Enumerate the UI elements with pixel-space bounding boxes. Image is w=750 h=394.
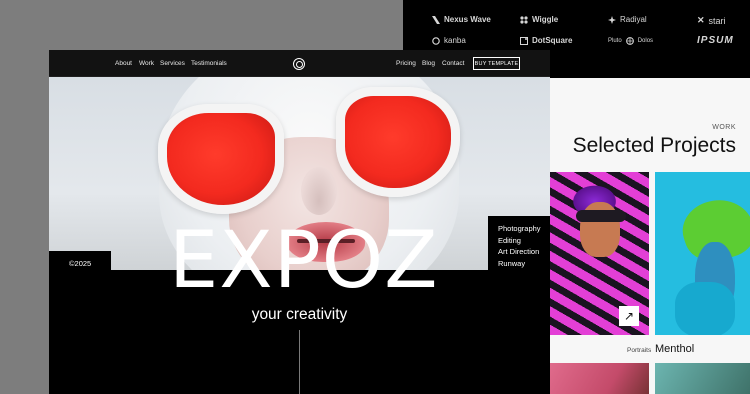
client-logo-label: Pluto [608,38,622,44]
project-card-1[interactable]: ↗ [550,172,649,335]
project-card-2[interactable] [655,172,750,335]
project-card-3[interactable] [550,363,649,394]
client-logo-radiyal[interactable]: Radiyal [608,15,647,24]
section-title: Selected Projects [572,134,736,157]
arrow-up-right-icon[interactable]: ↗ [619,306,639,326]
top-nav: About Work Services Testimonials Pricing… [49,50,550,77]
category-item[interactable]: Photography [498,223,541,235]
project-image-detail [576,210,626,222]
pluto-logo-icon [625,37,634,45]
nav-link-services[interactable]: Services [160,60,185,67]
client-logo-dotsquare[interactable]: DotSquare [520,36,572,45]
client-logo-label: Radiyal [620,15,647,24]
client-logo-label: Nexus Wave [444,15,491,24]
section-label: WORK [712,124,736,131]
nav-link-testimonials[interactable]: Testimonials [191,60,227,67]
expoz-logo-icon[interactable] [293,58,305,70]
project-category: Portraits [627,347,652,354]
hero-image-lens-left [158,104,284,214]
client-logo-stari[interactable]: ✕ stari [697,15,726,26]
project-name[interactable]: Menthol [655,343,694,355]
wiggle-logo-icon [520,15,528,24]
divider-line [299,330,300,394]
buy-template-button[interactable]: BUY TEMPLATE [473,57,520,70]
client-logo-label: IPSUM [697,35,734,46]
brand-wordmark: EXPOZ [169,216,439,306]
project-card-4[interactable] [655,363,750,394]
client-logo-kanba[interactable]: kanba [432,36,466,45]
nav-link-contact[interactable]: Contact [442,60,464,67]
stari-logo-icon: ✕ [697,15,705,25]
nav-link-about[interactable]: About [115,60,132,67]
client-logo-label: stari [708,15,726,26]
client-logo-label: Wiggle [532,15,559,24]
client-logo-label: DotSquare [532,36,573,45]
radiyal-logo-icon [608,15,616,24]
client-logo-label: kanba [444,36,466,45]
hero-tagline: your creativity [251,306,348,323]
hero-image-nose [301,167,337,215]
category-item[interactable]: Editing [498,235,541,247]
client-logo-pluto[interactable]: Pluto Dolos [608,37,653,45]
pluto-logo-suffix: Dolos [637,38,654,44]
category-item[interactable]: Runway [498,258,541,270]
nav-link-blog[interactable]: Blog [422,60,435,67]
kanba-logo-icon [432,36,440,45]
client-logo-nexus-wave[interactable]: Nexus Wave [432,15,491,24]
year-label: ©2025 [69,259,92,268]
nav-link-pricing[interactable]: Pricing [396,60,416,67]
nexus-wave-logo-icon [432,15,440,24]
project-image-detail [675,282,735,335]
nav-link-work[interactable]: Work [139,60,154,67]
category-item[interactable]: Art Direction [498,246,541,258]
dotsquare-logo-icon [520,36,528,45]
service-categories: Photography Editing Art Direction Runway [498,223,541,269]
client-logo-wiggle[interactable]: Wiggle [520,15,558,24]
client-logo-ipsum[interactable]: IPSUM [697,35,734,46]
front-window: About Work Services Testimonials Pricing… [49,50,550,394]
